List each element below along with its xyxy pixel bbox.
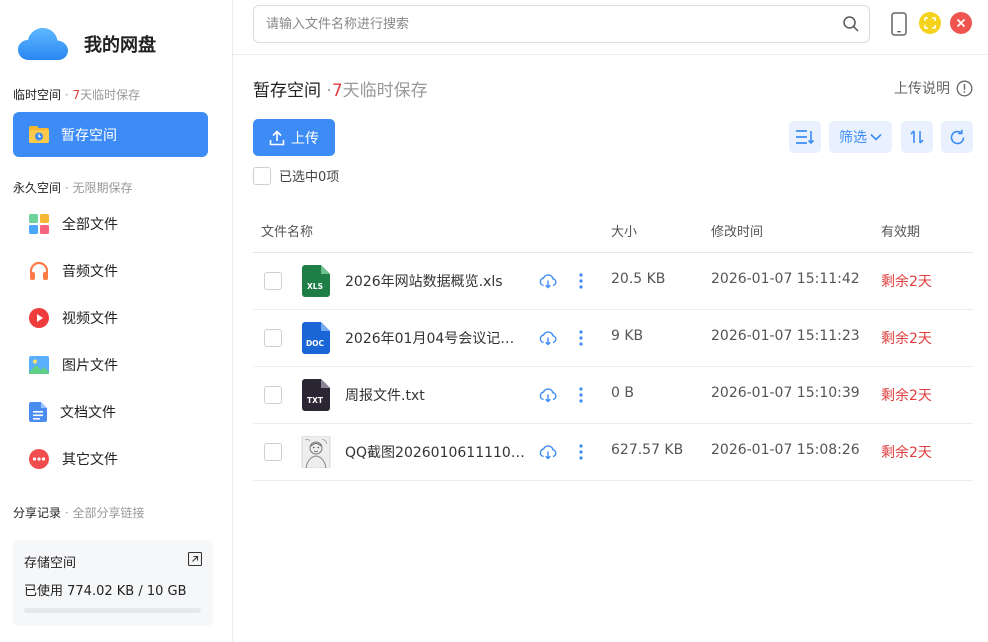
sort-order-button[interactable]: [901, 121, 933, 153]
image-icon: [29, 356, 49, 374]
file-table: 文件名称 大小 修改时间 有效期 XLS 2026年网站数据概览.xls 20.…: [253, 207, 973, 481]
file-date: 2026-01-07 15:11:23: [711, 328, 860, 344]
sidebar-item-audio[interactable]: 音频文件: [13, 251, 208, 291]
header-name[interactable]: 文件名称: [261, 221, 313, 240]
cloud-download-icon[interactable]: [539, 273, 557, 289]
search-icon[interactable]: [842, 15, 860, 33]
table-row[interactable]: QQ截图20260106111108.png 627.57 KB 2026-01…: [253, 424, 973, 481]
storage-title: 存储空间: [24, 556, 77, 571]
storage-used-text: 已使用 774.02 KB / 10 GB: [24, 584, 187, 599]
file-expiry: 剩余2天: [881, 445, 932, 461]
file-expiry: 剩余2天: [881, 274, 932, 290]
page-title: 暂存空间 ·7天临时保存: [253, 81, 428, 101]
more-vertical-icon[interactable]: [575, 329, 587, 347]
more-dots-icon: [29, 449, 49, 469]
upload-button[interactable]: 上传: [253, 119, 335, 156]
table-row[interactable]: XLS 2026年网站数据概览.xls 20.5 KB 2026-01-07 1…: [253, 253, 973, 310]
all-files-icon: [29, 214, 49, 234]
file-expiry: 剩余2天: [881, 331, 932, 347]
checkbox[interactable]: [253, 166, 271, 185]
maximize-icon: [924, 17, 936, 29]
file-date: 2026-01-07 15:10:39: [711, 385, 860, 401]
search-box: [253, 5, 870, 43]
file-size: 0 B: [611, 385, 634, 401]
row-checkbox[interactable]: [264, 386, 282, 404]
doc-type-text: DOC: [306, 339, 325, 348]
sidebar-item-video[interactable]: 视频文件: [13, 298, 208, 338]
upload-help-link[interactable]: 上传说明: [894, 78, 973, 98]
document-icon: [29, 402, 47, 422]
file-name[interactable]: 2026年01月04号会议记录.doc: [345, 328, 527, 348]
expand-icon[interactable]: [188, 552, 202, 566]
cloud-download-icon[interactable]: [539, 387, 557, 403]
share-records-section-label[interactable]: 分享记录 · 全部分享链接: [13, 504, 144, 521]
headphones-icon: [29, 261, 49, 280]
sort-arrows-icon: [910, 130, 924, 144]
sidebar: 我的网盘 临时空间 · 7天临时保存 暂存空间 永久空间 · 无限期保存 全部文…: [0, 0, 233, 642]
more-vertical-icon[interactable]: [575, 272, 587, 290]
xls-file-icon: XLS: [302, 265, 330, 297]
top-divider: [233, 54, 988, 55]
xls-type-text: XLS: [307, 282, 323, 291]
more-vertical-icon[interactable]: [575, 443, 587, 461]
row-checkbox[interactable]: [264, 443, 282, 461]
sidebar-item-all-files[interactable]: 全部文件: [13, 204, 208, 244]
file-size: 627.57 KB: [611, 442, 684, 458]
file-expiry: 剩余2天: [881, 388, 932, 404]
file-name[interactable]: 周报文件.txt: [345, 385, 527, 405]
permanent-space-section-label: 永久空间 · 无限期保存: [13, 181, 133, 195]
header-date[interactable]: 修改时间: [711, 221, 763, 240]
sidebar-item-other[interactable]: 其它文件: [13, 439, 208, 479]
image-thumbnail-icon: [301, 436, 331, 468]
close-button[interactable]: [950, 12, 972, 34]
folder-clock-icon: [29, 125, 49, 143]
row-checkbox[interactable]: [264, 272, 282, 290]
select-all-checkbox[interactable]: 已选中0项: [253, 166, 339, 185]
row-checkbox[interactable]: [264, 329, 282, 347]
sort-list-icon: [796, 130, 815, 145]
temp-space-section-label: 临时空间 · 7天临时保存: [13, 88, 141, 102]
phone-icon[interactable]: [890, 12, 908, 36]
video-play-icon: [29, 308, 49, 328]
info-icon: [956, 80, 973, 96]
sidebar-item-documents[interactable]: 文档文件: [13, 392, 208, 432]
file-name[interactable]: 2026年网站数据概览.xls: [345, 271, 527, 291]
chevron-down-icon: [870, 133, 882, 141]
txt-type-text: TXT: [307, 396, 324, 405]
upload-icon: [269, 129, 285, 145]
cloud-download-icon[interactable]: [539, 330, 557, 346]
file-size: 20.5 KB: [611, 271, 666, 287]
file-size: 9 KB: [611, 328, 644, 344]
header-size[interactable]: 大小: [611, 221, 637, 240]
doc-file-icon: DOC: [302, 322, 330, 354]
file-date: 2026-01-07 15:08:26: [711, 442, 860, 458]
sidebar-item-temp-storage[interactable]: 暂存空间: [13, 112, 208, 157]
maximize-button[interactable]: [919, 12, 941, 34]
refresh-button[interactable]: [941, 121, 973, 153]
table-header: 文件名称 大小 修改时间 有效期: [253, 207, 973, 253]
file-date: 2026-01-07 15:11:42: [711, 271, 860, 287]
refresh-icon: [950, 129, 964, 144]
filter-dropdown[interactable]: 筛选: [829, 121, 892, 153]
table-row[interactable]: DOC 2026年01月04号会议记录.doc 9 KB 2026-01-07 …: [253, 310, 973, 367]
more-vertical-icon[interactable]: [575, 386, 587, 404]
search-input[interactable]: [254, 6, 814, 42]
app-title: 我的网盘: [84, 35, 156, 56]
brand: 我的网盘: [18, 24, 156, 64]
sort-list-button[interactable]: [789, 121, 821, 153]
sidebar-item-images[interactable]: 图片文件: [13, 345, 208, 385]
cloud-logo-icon: [18, 28, 68, 60]
header-expiry[interactable]: 有效期: [881, 221, 920, 240]
storage-progress-bar: [24, 608, 201, 613]
storage-card: 存储空间 已使用 774.02 KB / 10 GB: [13, 540, 213, 626]
selected-count-label: 已选中0项: [279, 170, 340, 185]
close-icon: [956, 18, 966, 28]
cloud-download-icon[interactable]: [539, 444, 557, 460]
table-row[interactable]: TXT 周报文件.txt 0 B 2026-01-07 15:10:39 剩余2…: [253, 367, 973, 424]
file-name[interactable]: QQ截图20260106111108.png: [345, 442, 527, 462]
txt-file-icon: TXT: [302, 379, 330, 411]
